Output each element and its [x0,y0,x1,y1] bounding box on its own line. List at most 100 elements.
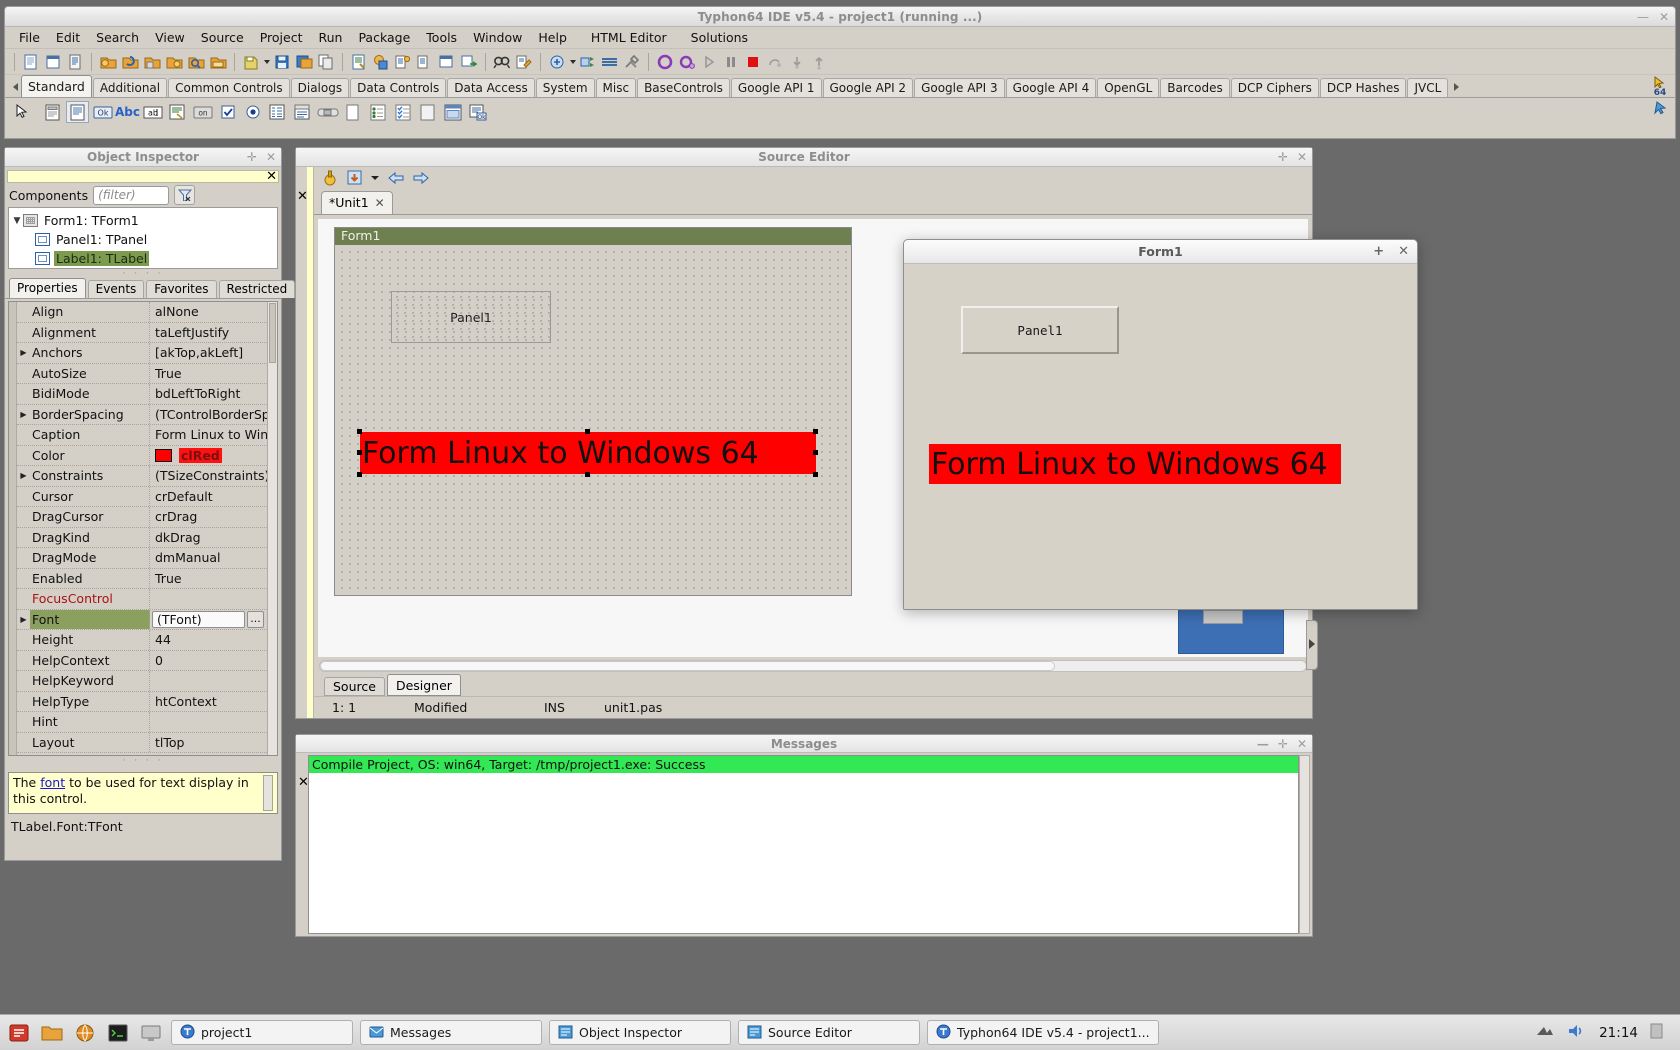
property-row-dragcursor[interactable]: DragCursor crDrag [17,507,267,528]
tbutton-icon[interactable]: Ok [91,101,114,123]
property-row-font[interactable]: ▶ Font (TFont) ... [17,609,267,630]
tmainmenu-icon[interactable] [66,101,89,123]
open-project-icon[interactable] [142,52,162,72]
property-value[interactable]: bdLeftToRight [150,384,267,404]
volume-icon[interactable] [1567,1022,1587,1043]
property-value[interactable] [150,671,267,691]
messages-list[interactable]: Compile Project, OS: win64, Target: /tmp… [308,755,1299,934]
tab-events[interactable]: Events [87,280,145,298]
property-row-dragmode[interactable]: DragMode dmManual [17,548,267,569]
new-form-window-icon[interactable] [437,52,457,72]
tedit-icon[interactable]: ab [141,101,164,123]
palette-extra-icon[interactable] [1645,100,1669,124]
splitter-handle[interactable]: · · · · [5,269,281,279]
menu-item-tools[interactable]: Tools [418,28,465,47]
taskbar-button-object-inspector[interactable]: Object Inspector [549,1020,731,1045]
tchecklistbox-icon[interactable] [391,101,414,123]
tree-node-label1[interactable]: Label1: TLabel [11,249,275,268]
tpanel-icon[interactable] [416,101,439,123]
property-value[interactable]: crDefault [150,487,267,507]
new-file-icon[interactable] [21,52,41,72]
resize-handle-sw[interactable] [357,472,362,477]
property-value[interactable]: tlTop [150,733,267,753]
property-value[interactable]: (TControlBorderSpacin [150,405,267,425]
palette-tab-additional[interactable]: Additional [92,78,168,97]
new-unit-file-icon[interactable] [349,52,369,72]
tlistbox-icon[interactable] [266,101,289,123]
tradiobutton-icon[interactable] [241,101,264,123]
toggle-form-unit-icon[interactable] [371,52,391,72]
property-row-enabled[interactable]: Enabled True [17,568,267,589]
palette-tab-google-api-4[interactable]: Google API 4 [1005,78,1097,97]
open-file-icon[interactable] [98,52,118,72]
close-icon[interactable]: ✕ [1398,244,1409,259]
palette-tab-dcp-hashes[interactable]: DCP Hashes [1319,78,1407,97]
build-icon[interactable] [578,52,598,72]
dock-icon[interactable]: ✛ [1278,737,1288,751]
step-icon[interactable] [699,52,719,72]
palette-tab-barcodes[interactable]: Barcodes [1160,78,1230,97]
property-row-dragkind[interactable]: DragKind dkDrag [17,527,267,548]
palette-scroll-right-icon[interactable] [1449,76,1463,97]
open-folder-icon[interactable] [208,52,228,72]
step-out-icon[interactable] [809,52,829,72]
tab-source[interactable]: Source [324,677,385,696]
hint-scrollbar[interactable] [263,775,273,811]
taskbar-button-project1[interactable]: project1 [171,1020,353,1045]
tab-favorites[interactable]: Favorites [146,280,217,298]
step-over-icon[interactable] [765,52,785,72]
designer-horizontal-scrollbar[interactable] [319,660,1307,672]
palette-scroll-left-icon[interactable] [9,76,21,97]
property-row-helpcontext[interactable]: HelpContext 0 [17,650,267,671]
palette-tab-opengl[interactable]: OpenGL [1097,78,1160,97]
tcheckbox-icon[interactable] [216,101,239,123]
new-form-icon[interactable] [43,52,63,72]
browser-icon[interactable] [72,1020,98,1046]
running-form-panel1[interactable]: Panel1 [961,306,1119,354]
bookmark-icon[interactable] [321,169,339,190]
property-value[interactable]: True [150,364,267,384]
jump-back-icon[interactable] [387,170,405,189]
scrollbar-thumb[interactable] [269,303,276,363]
palette-tab-basecontrols[interactable]: BaseControls [637,78,730,97]
property-value[interactable]: 0 [150,651,267,671]
minimize-icon[interactable]: — [1257,737,1269,751]
palette-tab-data-access[interactable]: Data Access [447,78,535,97]
taskbar-clock[interactable]: 21:14 [1599,1025,1638,1041]
compile-options-icon[interactable] [600,52,620,72]
find-in-files-icon[interactable] [186,52,206,72]
message-row-success[interactable]: Compile Project, OS: win64, Target: /tmp… [309,756,1298,773]
property-row-anchors[interactable]: ▶ Anchors [akTop,akLeft] [17,343,267,364]
close-icon[interactable]: ✕ [1297,150,1307,164]
palette-tab-data-controls[interactable]: Data Controls [350,78,447,97]
tmemo-icon[interactable] [166,101,189,123]
menu-item-html-editor[interactable]: HTML Editor [583,28,675,47]
property-row-bidimode[interactable]: BidiMode bdLeftToRight [17,384,267,405]
dock-icon[interactable]: ✛ [1278,150,1288,164]
step-into-icon[interactable] [787,52,807,72]
menu-item-solutions[interactable]: Solutions [683,28,756,47]
property-value[interactable]: Form Linux to Windows [150,425,267,445]
property-value[interactable]: htContext [150,692,267,712]
property-row-align[interactable]: Align alNone [17,302,267,323]
messages-scrollbar[interactable] [1299,755,1310,934]
close-icon[interactable]: ✕ [266,169,277,184]
property-row-focuscontrol[interactable]: FocusControl [17,589,267,610]
component-tree[interactable]: ▼ Form1: TForm1 Panel1: TPanel Label1: T… [8,207,278,269]
menu-item-package[interactable]: Package [350,28,418,47]
replace-icon[interactable] [514,52,534,72]
property-row-helpkeyword[interactable]: HelpKeyword [17,671,267,692]
palette-tab-dialogs[interactable]: Dialogs [290,78,350,97]
property-value[interactable]: (TSizeConstraints) [150,466,267,486]
tab-properties[interactable]: Properties [9,278,86,298]
jump-forward-icon[interactable] [412,170,430,189]
tcombobox-icon[interactable] [291,101,314,123]
font-value-box[interactable]: (TFont) [152,610,245,628]
tlabel-icon[interactable]: Abc [115,101,140,123]
property-value[interactable]: alNone [150,302,267,322]
find-icon[interactable] [492,52,512,72]
resize-handle-se[interactable] [813,472,818,477]
resize-handle-n[interactable] [585,429,590,434]
expand-icon[interactable]: ▶ [17,615,30,624]
menu-item-run[interactable]: Run [310,28,350,47]
